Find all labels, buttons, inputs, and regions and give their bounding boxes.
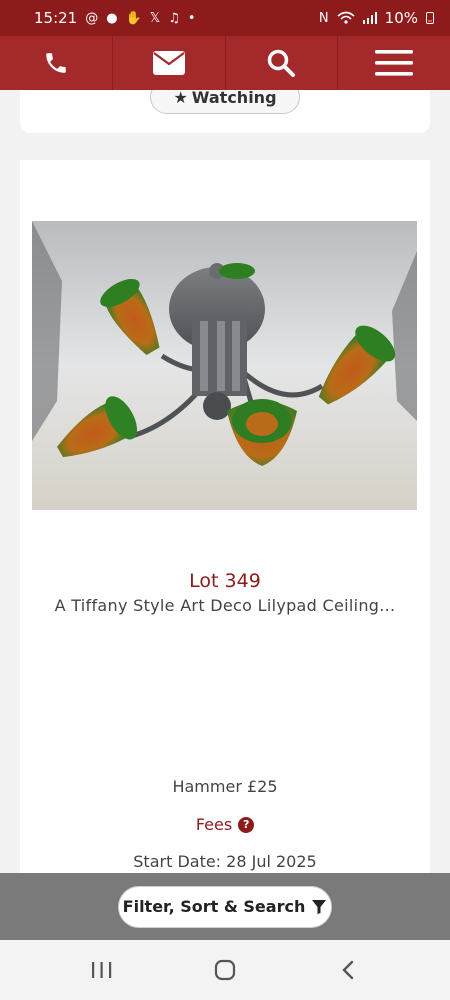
email-button[interactable] [113, 36, 226, 90]
recent-apps-icon [91, 962, 111, 978]
back-button[interactable] [318, 950, 378, 990]
back-icon [342, 960, 354, 980]
search-button[interactable] [226, 36, 339, 90]
fees-label: Fees [195, 815, 233, 834]
lot-title[interactable]: Lot 349 [20, 570, 430, 592]
home-button[interactable] [195, 950, 255, 990]
threads-icon: @ [85, 10, 99, 26]
filter-label: Filter, Sort & Search [122, 897, 306, 916]
battery-icon [426, 12, 434, 24]
status-time: 15:21 [34, 9, 78, 27]
envelope-icon [152, 51, 185, 75]
top-nav-bar [0, 36, 450, 90]
filter-icon [312, 899, 327, 914]
phone-button[interactable] [0, 36, 113, 90]
signal-icon [362, 12, 377, 24]
watching-button[interactable]: ★ Watching [150, 90, 300, 114]
menu-icon [375, 50, 414, 76]
hand-icon: ✋ [125, 10, 142, 26]
start-date: Start Date: 28 Jul 2025 [133, 852, 317, 871]
battery-percent: 10% [384, 9, 418, 27]
search-icon [268, 49, 296, 77]
hammer-price: Hammer £25 [172, 777, 278, 796]
status-right: N 10% [319, 9, 434, 27]
filter-sort-search-button[interactable]: Filter, Sort & Search [118, 885, 332, 928]
lot-image[interactable] [32, 221, 417, 510]
menu-button[interactable] [338, 36, 450, 90]
watching-label: Watching [191, 90, 277, 107]
home-icon [214, 959, 236, 981]
notification-icon: ● [106, 10, 118, 26]
phone-icon [46, 53, 66, 73]
status-left: 15:21 @ ● ✋ 𝕏 ♫ • [34, 9, 196, 27]
nfc-icon: N [318, 10, 329, 26]
wifi-icon [337, 11, 355, 24]
star-icon: ★ [173, 90, 188, 107]
lot-description[interactable]: A Tiffany Style Art Deco Lilypad Ceiling… [20, 596, 430, 615]
fees-link[interactable]: Fees ? [20, 815, 430, 834]
music-icon: ♫ [168, 10, 180, 26]
dot-icon: • [187, 10, 196, 26]
recent-apps-button[interactable] [72, 950, 132, 990]
filter-bar: Filter, Sort & Search [0, 873, 450, 940]
system-nav-bar [0, 940, 450, 1000]
x-icon: 𝕏 [149, 10, 161, 26]
lot-list[interactable]: ★ Watching Lot 349 A Tiffany Style Art D… [0, 90, 450, 873]
question-icon[interactable]: ? [238, 816, 255, 833]
lamp-photo [32, 221, 417, 510]
status-bar: 15:21 @ ● ✋ 𝕏 ♫ • N 10% [0, 0, 450, 36]
lot-card[interactable]: Lot 349 A Tiffany Style Art Deco Lilypad… [20, 160, 430, 873]
